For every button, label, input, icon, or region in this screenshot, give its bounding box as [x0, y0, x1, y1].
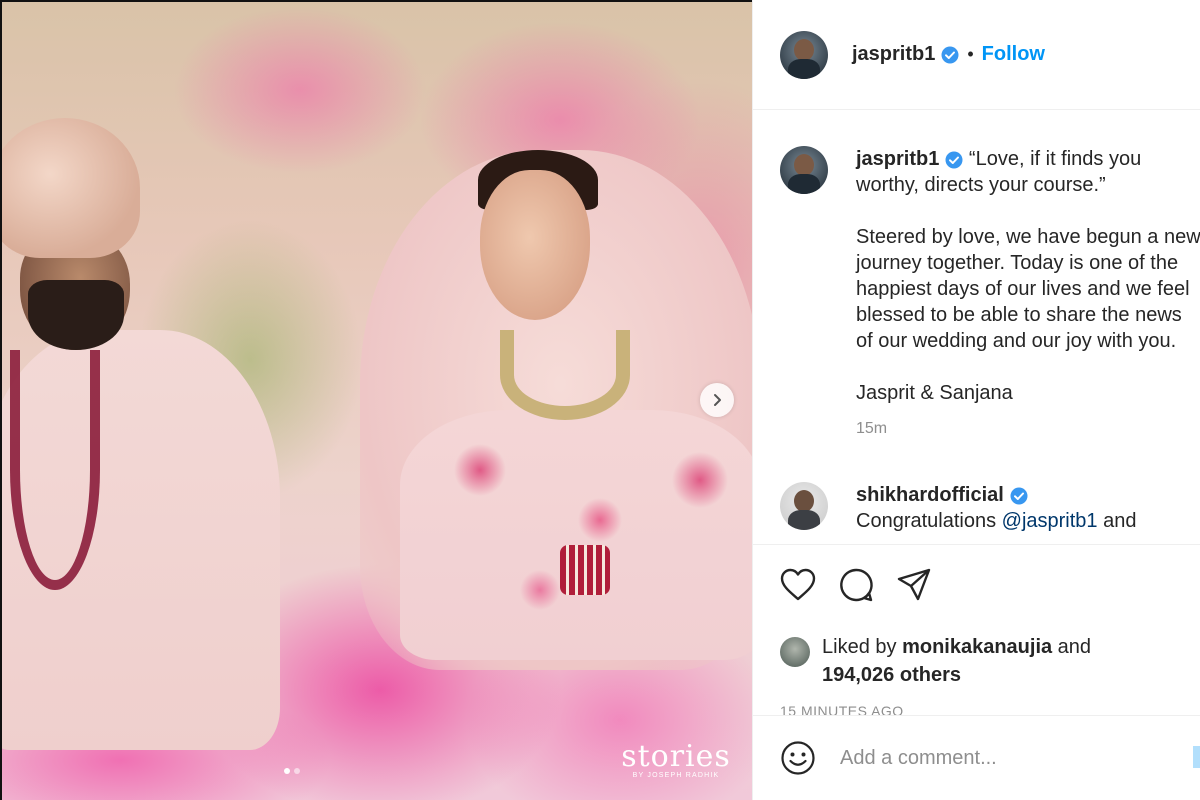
comment-input[interactable] — [840, 746, 1180, 770]
likes-summary: Liked by monikakanaujia and 194,026 othe… — [780, 633, 1200, 689]
likes-count[interactable]: 194,026 others — [822, 664, 961, 686]
verified-badge-icon — [945, 151, 963, 169]
groom-beard — [28, 280, 124, 350]
verified-badge-icon — [941, 46, 959, 63]
photo-watermark: stories BY JOSEPH RADHIK — [614, 739, 738, 780]
caption-avatar[interactable] — [780, 146, 828, 194]
carousel-indicator — [284, 768, 300, 774]
caption-username[interactable]: jaspritb1 — [856, 148, 939, 170]
photo-border-top — [0, 0, 752, 2]
carousel-dot — [294, 768, 300, 774]
author-username[interactable]: jaspritb1 — [852, 43, 935, 66]
bride-outfit — [400, 410, 752, 660]
chevron-right-icon — [714, 394, 721, 406]
emoji-icon[interactable] — [780, 740, 816, 776]
likes-text: Liked by monikakanaujia and 194,026 othe… — [822, 633, 1091, 689]
bride-face — [480, 170, 590, 320]
comment-body: shikhardofficial Congratulations @jaspri… — [856, 482, 1200, 534]
header-separator: • — [967, 44, 974, 64]
add-comment-bar — [753, 715, 1200, 800]
liker-username[interactable]: monikakanaujia — [902, 636, 1052, 658]
verified-badge-icon — [1010, 487, 1028, 505]
groom-turban — [0, 118, 140, 258]
comment-mention[interactable]: @jaspritb1 — [1002, 510, 1098, 532]
caption-time[interactable]: 15m — [856, 416, 1200, 442]
caption: jaspritb1 “Love, if it finds you worthy,… — [753, 146, 1200, 442]
watermark-brand: stories — [621, 739, 731, 774]
post-comment-button[interactable] — [1193, 746, 1200, 768]
likes-prefix: Liked by — [822, 636, 903, 658]
post-sidebar: jaspritb1 • Follow jaspritb1 “Love, if i… — [752, 0, 1200, 800]
caption-body: jaspritb1 “Love, if it finds you worthy,… — [856, 146, 1200, 442]
comment-item: shikhardofficial Congratulations @jaspri… — [753, 482, 1200, 534]
share-icon[interactable] — [896, 567, 932, 603]
follow-button[interactable]: Follow — [982, 43, 1045, 66]
comment-text-suffix: and — [1097, 510, 1137, 532]
action-icons — [780, 565, 1200, 605]
groom-necklace — [10, 350, 100, 590]
bride-necklace — [500, 330, 630, 420]
heart-icon[interactable] — [780, 568, 816, 602]
comment-text: Congratulations — [856, 510, 1002, 532]
carousel-dot-active — [284, 768, 290, 774]
post-photo[interactable]: stories BY JOSEPH RADHIK — [0, 0, 752, 800]
comment-icon[interactable] — [838, 567, 874, 603]
photo-border-left — [0, 0, 2, 800]
likes-middle: and — [1052, 636, 1092, 658]
caption-text: “Love, if it finds you worthy, directs y… — [856, 148, 1200, 404]
post-actions: Liked by monikakanaujia and 194,026 othe… — [753, 544, 1200, 719]
liker-avatar[interactable] — [780, 637, 810, 667]
carousel-next-button[interactable] — [700, 383, 734, 417]
commenter-username[interactable]: shikhardofficial — [856, 484, 1004, 506]
bride-bangles — [560, 545, 610, 595]
commenter-avatar[interactable] — [780, 482, 828, 530]
comments-list[interactable]: jaspritb1 “Love, if it finds you worthy,… — [753, 110, 1200, 544]
author-avatar[interactable] — [780, 30, 828, 79]
post-header: jaspritb1 • Follow — [753, 0, 1200, 110]
